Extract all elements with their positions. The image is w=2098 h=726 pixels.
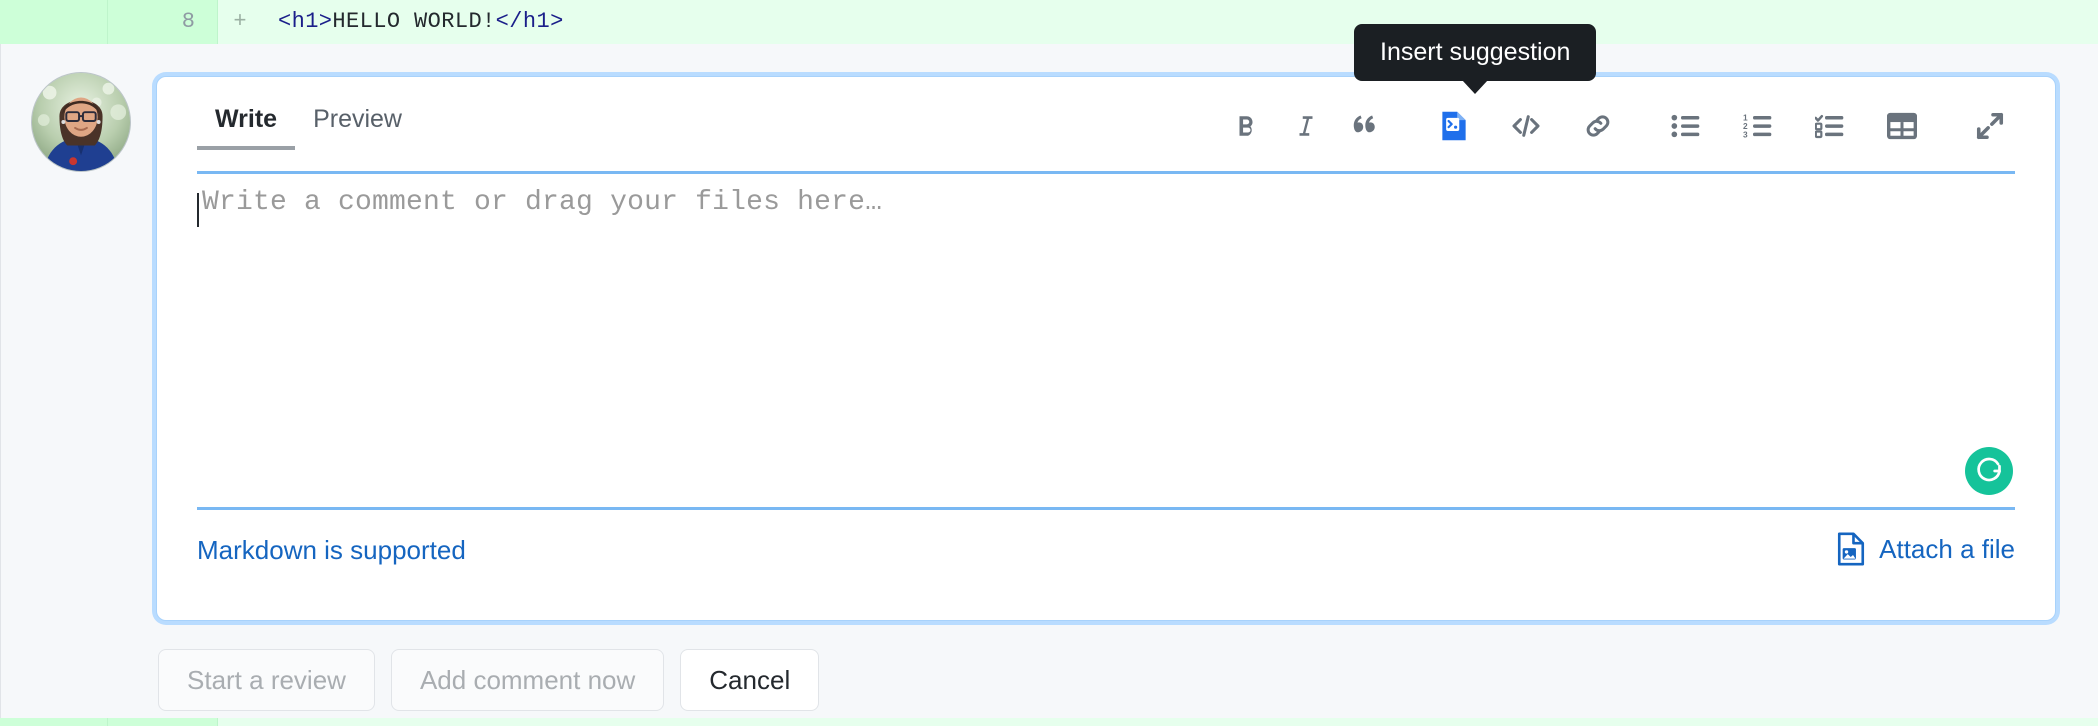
table-icon[interactable] [1879,103,1925,149]
html-close-tag: </h1> [496,9,564,34]
markdown-toolbar: 1 2 3 [1223,103,2013,149]
attach-file-label: Attach a file [1879,534,2015,565]
avatar[interactable] [31,72,131,172]
diff-gutter-blank-next [0,718,108,726]
diff-gutter-blank [0,0,108,44]
quote-icon[interactable] [1343,103,1389,149]
diff-line-row: 8 + <h1>HELLO WORLD!</h1> [0,0,2098,44]
svg-text:3: 3 [1743,130,1748,140]
diff-line-row-next [0,718,2098,726]
add-comment-now-button[interactable]: Add comment now [391,649,664,711]
text-caret [197,193,199,227]
diff-add-marker: + [218,0,262,44]
html-open-tag: <h1> [278,9,332,34]
action-buttons: Start a review Add comment now Cancel [158,649,819,711]
diff-code-content: <h1>HELLO WORLD!</h1> [262,0,2098,44]
editor-tabs: Write Preview [197,107,420,150]
tab-preview[interactable]: Preview [295,107,420,150]
italic-icon[interactable] [1283,103,1329,149]
comment-textarea[interactable]: Write a comment or drag your files here… [197,187,2015,467]
html-text: HELLO WORLD! [332,9,495,34]
comment-body-area: Write Preview [0,44,2098,718]
diff-line-number-next [108,718,218,726]
link-icon[interactable] [1575,103,1621,149]
unordered-list-icon[interactable] [1663,103,1709,149]
comment-placeholder: Write a comment or drag your files here… [202,187,882,218]
tab-write[interactable]: Write [197,107,295,150]
markdown-supported-link[interactable]: Markdown is supported [197,535,466,566]
insert-suggestion-icon[interactable] [1431,103,1477,149]
header-divider [197,171,2015,174]
comment-form: Write Preview [156,76,2056,621]
diff-line-number[interactable]: 8 [108,0,218,44]
screen-root: 8 + <h1>HELLO WORLD!</h1> [0,0,2098,726]
task-list-icon[interactable] [1807,103,1853,149]
diff-code-next [218,718,2098,726]
fullscreen-icon[interactable] [1967,103,2013,149]
attach-file-icon [1835,532,1867,566]
attach-file-button[interactable]: Attach a file [1835,532,2015,566]
ordered-list-icon[interactable]: 1 2 3 [1735,103,1781,149]
grammarly-icon[interactable] [1965,447,2013,495]
cancel-button[interactable]: Cancel [680,649,819,711]
tooltip-insert-suggestion: Insert suggestion [1354,24,1596,81]
code-icon[interactable] [1503,103,1549,149]
bold-icon[interactable] [1223,103,1269,149]
start-review-button[interactable]: Start a review [158,649,375,711]
footer-divider [197,507,2015,510]
